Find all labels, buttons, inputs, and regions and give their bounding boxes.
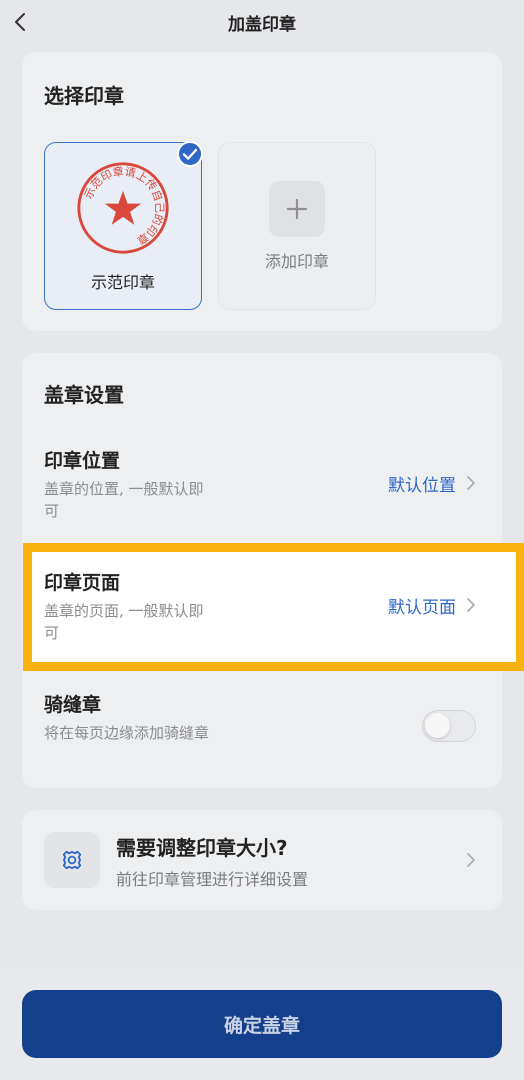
add-seal-button[interactable]: 添加印章 bbox=[218, 142, 376, 310]
resize-tip-subtitle: 前往印章管理进行详细设置 bbox=[116, 870, 309, 889]
add-seal-label: 添加印章 bbox=[264, 252, 329, 271]
seal-position-row[interactable]: 印章位置 盖章的位置, 一般默认即可 默认位置 bbox=[22, 440, 502, 530]
seal-stamp-image: 示范印章请上传自己的印章 bbox=[77, 162, 169, 254]
chevron-right-icon bbox=[467, 598, 475, 612]
select-seal-card: 选择印章 示范印章请上传自己的印章 示范印章 添加印章 bbox=[22, 52, 502, 331]
seal-name-label: 示范印章 bbox=[90, 273, 155, 292]
seal-position-value[interactable]: 默认位置 bbox=[388, 471, 456, 496]
navigation-bar: 加盖印章 bbox=[0, 0, 524, 44]
confirm-seal-button[interactable]: 确定盖章 bbox=[22, 990, 502, 1058]
page-title: 加盖印章 bbox=[228, 15, 296, 35]
seal-page-value[interactable]: 默认页面 bbox=[388, 593, 456, 618]
chevron-right-icon bbox=[467, 853, 475, 867]
plus-icon bbox=[286, 198, 308, 220]
seal-position-desc: 盖章的位置, 一般默认即可 bbox=[44, 480, 204, 520]
resize-tip-title: 需要调整印章大小? bbox=[116, 836, 288, 860]
seal-option-demo[interactable]: 示范印章请上传自己的印章 示范印章 bbox=[44, 141, 203, 310]
resize-tip-card[interactable]: 需要调整印章大小? 前往印章管理进行详细设置 bbox=[22, 810, 502, 910]
seal-page-row[interactable]: 印章页面 盖章的页面, 一般默认即可 默认页面 bbox=[22, 562, 502, 652]
seal-position-title: 印章位置 bbox=[44, 450, 121, 472]
seam-seal-desc: 将在每页边缘添加骑缝章 bbox=[44, 724, 210, 742]
toggle-knob bbox=[425, 713, 450, 738]
select-seal-title: 选择印章 bbox=[44, 84, 124, 108]
selected-check-icon bbox=[177, 141, 203, 167]
seal-page-title: 印章页面 bbox=[44, 572, 121, 594]
seam-seal-title: 骑缝章 bbox=[44, 694, 102, 716]
seam-seal-toggle[interactable] bbox=[422, 710, 476, 742]
seal-page-desc: 盖章的页面, 一般默认即可 bbox=[44, 602, 204, 642]
seam-seal-row: 骑缝章 将在每页边缘添加骑缝章 bbox=[22, 684, 502, 774]
chevron-right-icon bbox=[467, 476, 475, 490]
add-seal-box bbox=[269, 181, 325, 237]
seal-settings-title: 盖章设置 bbox=[44, 383, 124, 407]
gear-icon bbox=[62, 850, 82, 870]
tip-icon-box bbox=[44, 832, 100, 888]
